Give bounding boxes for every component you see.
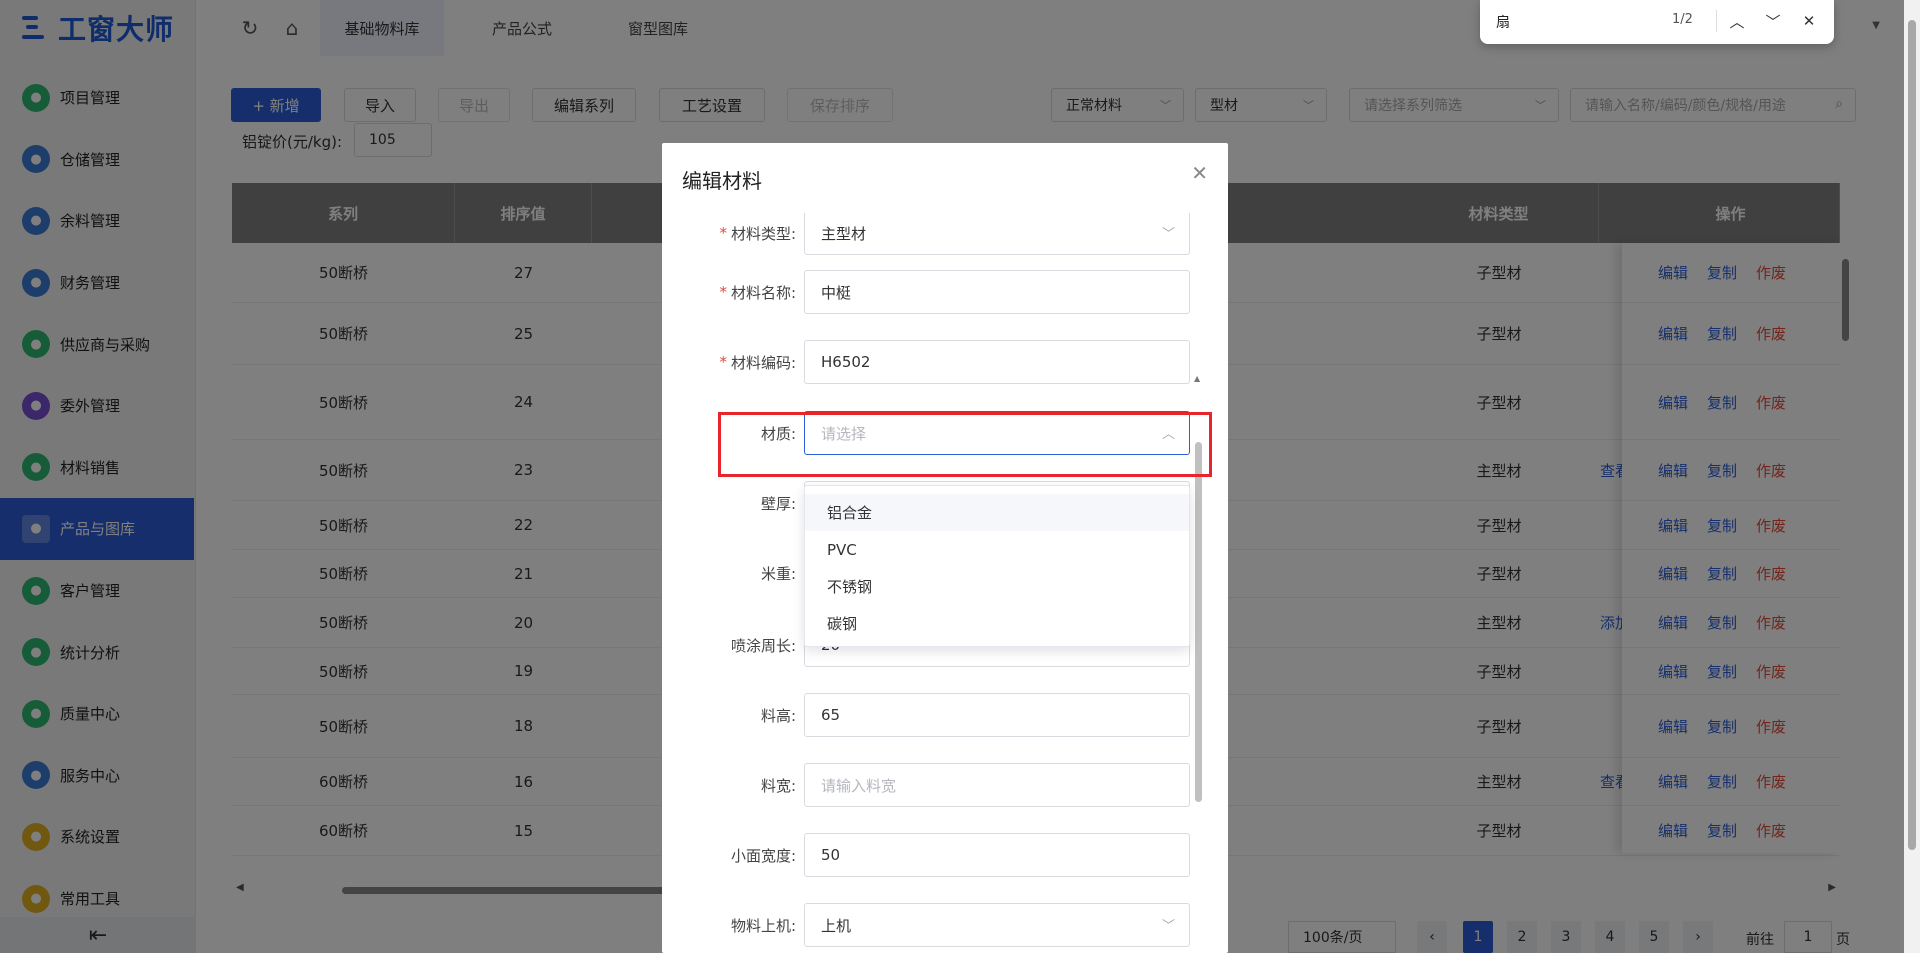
field-input[interactable]: 中梃	[804, 270, 1190, 314]
dropdown-option[interactable]: 不锈钢	[805, 568, 1189, 605]
field-label: * 材料类型:	[719, 213, 796, 255]
field-label: * 材料名称:	[719, 270, 796, 314]
field-label-text: 材料编码:	[730, 353, 796, 372]
field-label-text: 料高:	[760, 706, 796, 725]
find-input[interactable]: 扇	[1496, 12, 1510, 32]
chevron-down-icon: ﹀	[1161, 227, 1175, 242]
scroll-thumb[interactable]	[1908, 20, 1916, 850]
chevron-down-icon: ﹀	[1161, 919, 1175, 934]
field-value: H6502	[821, 353, 871, 371]
field-label-text: 料宽:	[760, 776, 796, 795]
required-mark: *	[719, 283, 727, 301]
field-label: 料高:	[761, 693, 796, 737]
field-input[interactable]: H6502	[804, 340, 1190, 384]
field-label: 料宽:	[761, 763, 796, 807]
find-next-icon[interactable]: ﹀	[1760, 8, 1786, 34]
field-label: 壁厚:	[761, 481, 796, 525]
highlight-box	[718, 412, 1212, 477]
dropdown-option[interactable]: PVC	[805, 531, 1189, 568]
required-mark: *	[719, 224, 727, 242]
find-bar: 扇 1/2 ︿ ﹀ ✕	[1480, 0, 1834, 44]
form-row: 物料上机: 上机 ﹀	[662, 903, 1228, 947]
find-count: 1/2	[1672, 12, 1693, 27]
field-label-text: 材料类型:	[730, 224, 796, 243]
field-label: 喷涂周长:	[731, 623, 796, 667]
field-input[interactable]: 65	[804, 693, 1190, 737]
field-select[interactable]: 上机 ﹀	[804, 903, 1190, 947]
field-label-text: 材料名称:	[730, 283, 796, 302]
field-placeholder: 请输入料宽	[821, 776, 897, 795]
field-label: * 材料编码:	[719, 340, 796, 384]
dialog-title: 编辑材料	[682, 169, 762, 193]
dropdown-option[interactable]: 碳钢	[805, 605, 1189, 642]
field-label-text: 小面宽度:	[730, 846, 796, 865]
field-label-text: 米重:	[760, 564, 796, 583]
dropdown-option[interactable]: 铝合金	[805, 494, 1189, 531]
divider	[1716, 10, 1717, 32]
field-label: 米重:	[761, 551, 796, 595]
form-row: 料高: 65	[662, 693, 1228, 737]
field-value: 65	[821, 706, 841, 724]
required-mark: *	[719, 353, 727, 371]
form-row: * 材料编码: H6502	[662, 340, 1228, 384]
field-label: 小面宽度:	[731, 833, 796, 877]
close-find-icon[interactable]: ✕	[1796, 8, 1822, 34]
field-value: 50	[821, 846, 841, 864]
field-label-text: 喷涂周长:	[730, 636, 796, 655]
field-value: 中梃	[821, 283, 852, 302]
material-dropdown: 铝合金 PVC 不锈钢 碳钢	[804, 485, 1190, 647]
field-label: 物料上机:	[731, 903, 796, 947]
find-previous-icon[interactable]: ︿	[1724, 8, 1750, 34]
field-select[interactable]: 主型材 ﹀	[804, 213, 1190, 255]
field-value: 主型材	[821, 224, 867, 243]
field-label-text: 壁厚:	[760, 494, 796, 513]
field-input[interactable]: 请输入料宽	[804, 763, 1190, 807]
field-value: 上机	[821, 916, 852, 935]
form-row: 料宽: 请输入料宽	[662, 763, 1228, 807]
form-row: * 材料名称: 中梃	[662, 270, 1228, 314]
window-scrollbar[interactable]	[1904, 0, 1920, 953]
close-icon[interactable]: ✕	[1191, 161, 1208, 185]
form-row: 小面宽度: 50	[662, 833, 1228, 877]
field-label-text: 物料上机:	[730, 916, 796, 935]
scroll-thumb[interactable]	[1195, 442, 1202, 802]
form-row: * 材料类型: 主型材 ﹀	[662, 213, 1228, 255]
field-input[interactable]: 50	[804, 833, 1190, 877]
scroll-up-icon[interactable]: ▲	[1194, 374, 1200, 383]
